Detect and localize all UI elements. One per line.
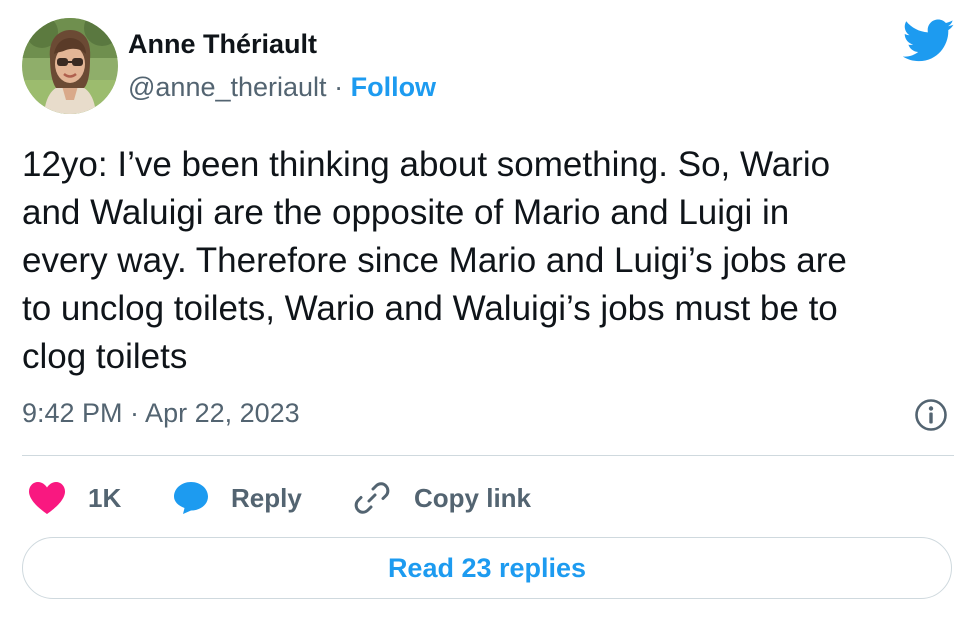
- follow-button[interactable]: Follow: [351, 72, 436, 102]
- tweet-timestamp[interactable]: 9:42 PM · Apr 22, 2023: [22, 398, 300, 429]
- reply-label: Reply: [231, 482, 302, 513]
- author-handle-row: @anne_theriault · Follow: [128, 72, 436, 103]
- heart-icon: [29, 482, 65, 514]
- twitter-bird-icon[interactable]: [902, 18, 955, 64]
- like-button[interactable]: 1K: [28, 478, 121, 518]
- author-avatar[interactable]: [22, 18, 118, 114]
- divider: [22, 455, 954, 456]
- link-icon: [354, 482, 390, 514]
- read-replies-button[interactable]: Read 23 replies: [22, 537, 952, 599]
- author-handle[interactable]: @anne_theriault: [128, 72, 327, 102]
- tweet-text: 12yo: I’ve been thinking about something…: [22, 145, 847, 376]
- reply-button[interactable]: Reply: [173, 478, 302, 518]
- like-count: 1K: [88, 482, 122, 513]
- avatar-photo: [22, 18, 118, 114]
- info-icon[interactable]: [914, 398, 948, 432]
- speech-bubble-icon: [174, 482, 208, 514]
- copy-link-label: Copy link: [414, 482, 532, 513]
- handle-separator: ·: [334, 72, 344, 102]
- author-name[interactable]: Anne Thériault: [128, 29, 317, 60]
- copy-link-button[interactable]: Copy link: [354, 478, 531, 518]
- tweet-card: Anne Thériault @anne_theriault · Follow …: [0, 0, 974, 624]
